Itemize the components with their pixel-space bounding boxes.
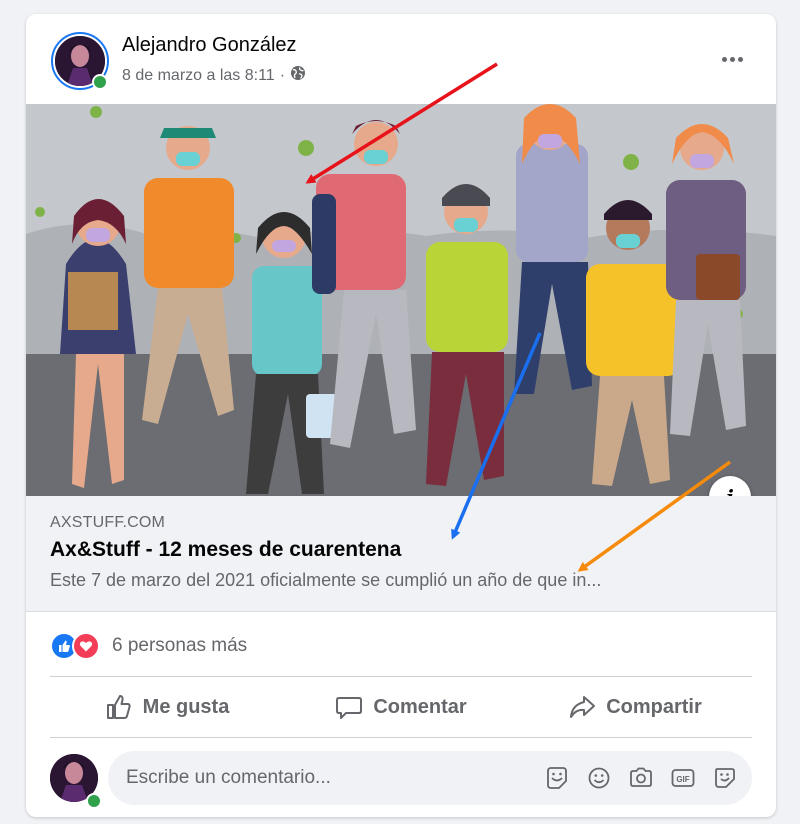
blue-arrow — [451, 332, 542, 540]
red-arrow — [305, 62, 498, 184]
orange-arrow — [577, 460, 732, 572]
annotation-arrows — [305, 62, 732, 572]
